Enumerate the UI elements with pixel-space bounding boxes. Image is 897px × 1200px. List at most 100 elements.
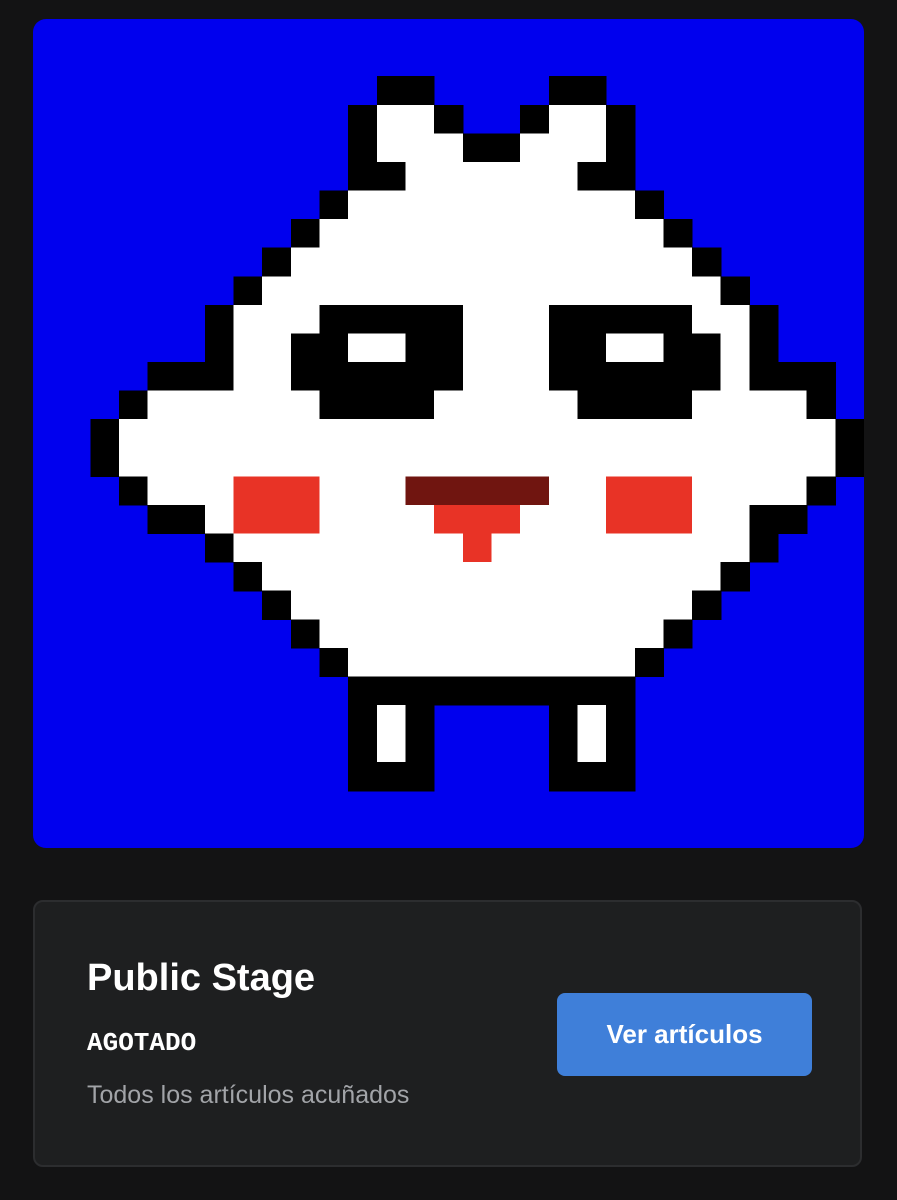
body-pixel (577, 104, 607, 134)
body-pixel (606, 219, 636, 249)
body-pixel (204, 476, 235, 506)
body-pixel (663, 562, 693, 592)
body-pixel (434, 590, 464, 620)
body-pixel (376, 447, 407, 477)
body-pixel (634, 562, 664, 592)
body-pixel (577, 733, 607, 763)
outline-pixel (434, 333, 464, 363)
outline-pixel (491, 133, 521, 163)
body-pixel (348, 247, 378, 277)
outline-pixel (749, 504, 779, 535)
outline-pixel (290, 362, 321, 392)
outline-pixel (749, 362, 779, 392)
body-pixel (376, 533, 407, 563)
outline-pixel (319, 333, 349, 363)
body-pixel (692, 276, 722, 306)
tongue-pixel (491, 504, 521, 535)
outline-pixel (577, 390, 607, 420)
outline-pixel (204, 362, 235, 392)
body-pixel (491, 533, 521, 563)
outline-pixel (434, 104, 464, 134)
body-pixel (118, 447, 149, 477)
body-pixel (778, 390, 808, 420)
body-pixel (319, 533, 349, 563)
body-pixel (520, 133, 550, 163)
outline-pixel (376, 676, 407, 706)
body-pixel (262, 419, 292, 449)
body-pixel (405, 161, 435, 192)
body-pixel (405, 590, 435, 620)
body-pixel (778, 476, 808, 506)
mouth-pixel (520, 476, 550, 506)
body-pixel (778, 419, 808, 449)
outline-pixel (233, 276, 263, 306)
body-pixel (348, 590, 378, 620)
outline-pixel (548, 733, 579, 763)
body-pixel (548, 504, 579, 535)
outline-pixel (348, 676, 378, 706)
body-pixel (376, 247, 407, 277)
body-pixel (405, 504, 435, 535)
outline-pixel (118, 390, 149, 420)
body-pixel (434, 219, 464, 249)
body-pixel (348, 504, 378, 535)
outline-pixel (118, 476, 149, 506)
outline-pixel (405, 733, 435, 763)
outline-pixel (262, 590, 292, 620)
body-pixel (548, 219, 579, 249)
outline-pixel (204, 533, 235, 563)
body-pixel (577, 190, 607, 220)
body-pixel (606, 190, 636, 220)
body-pixel (749, 476, 779, 506)
body-pixel (405, 562, 435, 592)
outline-pixel (634, 190, 664, 220)
body-pixel (405, 219, 435, 249)
outline-pixel (405, 676, 435, 706)
body-pixel (806, 447, 836, 477)
outline-pixel (319, 362, 349, 392)
body-pixel (491, 619, 521, 649)
outline-pixel (663, 619, 693, 649)
body-pixel (663, 419, 693, 449)
body-pixel (720, 533, 750, 563)
body-pixel (376, 276, 407, 306)
body-pixel (548, 476, 579, 506)
outline-pixel (405, 304, 435, 335)
body-pixel (376, 733, 407, 763)
body-pixel (434, 247, 464, 277)
outline-pixel (434, 676, 464, 706)
body-pixel (262, 447, 292, 477)
body-pixel (577, 705, 607, 735)
body-pixel (319, 447, 349, 477)
mouth-pixel (434, 476, 464, 506)
body-pixel (233, 447, 263, 477)
body-pixel (778, 447, 808, 477)
body-pixel (577, 504, 607, 535)
body-pixel (577, 276, 607, 306)
body-pixel (262, 362, 292, 392)
outline-pixel (778, 504, 808, 535)
mouth-pixel (491, 476, 521, 506)
mouth-pixel (405, 476, 435, 506)
body-pixel (577, 247, 607, 277)
body-pixel (462, 190, 493, 220)
body-pixel (520, 504, 550, 535)
body-pixel (491, 647, 521, 678)
outline-pixel (405, 390, 435, 420)
body-pixel (520, 390, 550, 420)
outline-pixel (606, 304, 636, 335)
body-pixel (577, 419, 607, 449)
outline-pixel (348, 733, 378, 763)
body-pixel (462, 619, 493, 649)
body-pixel (548, 419, 579, 449)
outline-pixel (548, 362, 579, 392)
outline-pixel (634, 362, 664, 392)
body-pixel (606, 619, 636, 649)
body-pixel (290, 590, 321, 620)
body-pixel (204, 447, 235, 477)
outline-pixel (348, 133, 378, 163)
outline-pixel (663, 362, 693, 392)
view-items-button[interactable]: Ver artículos (557, 993, 812, 1076)
body-pixel (319, 590, 349, 620)
outline-pixel (749, 533, 779, 563)
